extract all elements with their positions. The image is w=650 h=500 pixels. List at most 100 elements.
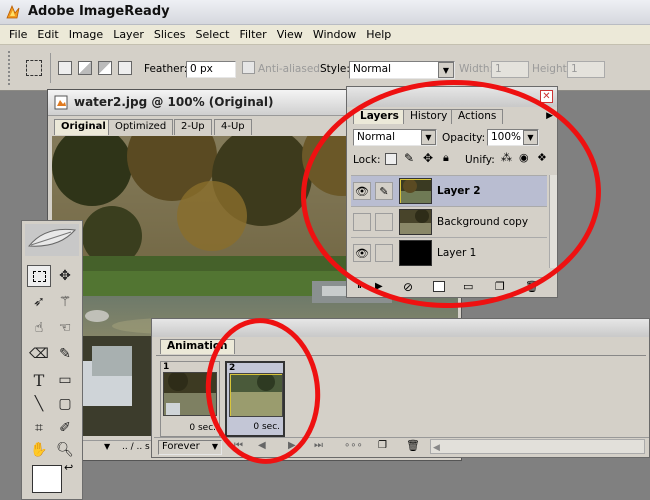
tab-animation[interactable]: Animation [160, 339, 235, 354]
layer-row-layer-2[interactable]: 👁︎ ✎ Layer 2 [351, 175, 547, 206]
menu-view[interactable]: View [272, 26, 308, 44]
link-cell[interactable] [375, 213, 393, 231]
add-mask-icon[interactable] [433, 281, 445, 292]
lock-all-icon[interactable]: 🔒︎ [443, 151, 449, 165]
new-layer-set-icon[interactable]: ▭ [463, 280, 473, 293]
add-to-selection-icon[interactable] [78, 61, 92, 75]
tab-history[interactable]: History [403, 109, 455, 124]
frame-delay[interactable]: 0 sec. [189, 423, 216, 433]
tab-original[interactable]: Original [54, 119, 113, 135]
feather-input[interactable]: 0 px [186, 61, 236, 78]
menu-edit[interactable]: Edit [32, 26, 63, 44]
previous-frame-icon[interactable]: ◀ [258, 440, 266, 451]
first-frame-icon[interactable]: ⏮ [234, 440, 243, 451]
tab-2-up[interactable]: 2-Up [174, 119, 212, 135]
tab-actions[interactable]: Actions [451, 109, 504, 124]
rounded-rectangle-tool-icon[interactable]: ▢ [53, 393, 77, 415]
foreground-color-swatch[interactable] [32, 465, 62, 493]
layers-palette-title-bar[interactable]: ✕ [347, 87, 557, 107]
blend-mode-select[interactable]: Normal ▼ [353, 129, 437, 146]
eyedropper-tool-icon[interactable]: ✐ [53, 417, 77, 439]
link-cell[interactable] [375, 244, 393, 262]
menu-window[interactable]: Window [308, 26, 361, 44]
frames-scrollbar[interactable]: ◀ [430, 439, 645, 454]
move-tool-icon[interactable]: ✥ [53, 265, 77, 287]
menu-filter[interactable]: Filter [234, 26, 271, 44]
opacity-input[interactable]: 100% ▼ [487, 129, 539, 146]
layer-name: Layer 2 [437, 185, 481, 197]
chevron-down-icon[interactable]: ▼ [523, 130, 538, 145]
image-map-tool-icon[interactable]: ☝ [27, 317, 51, 339]
animation-frame-1[interactable]: 1 0 sec. [160, 361, 220, 437]
anti-aliased-checkbox[interactable] [242, 61, 255, 74]
new-selection-icon[interactable] [58, 61, 72, 75]
eye-icon[interactable]: 👁︎ [353, 244, 371, 262]
type-tool-icon[interactable]: T [27, 369, 51, 391]
layer-row-background-copy[interactable]: Background copy [351, 206, 547, 237]
layer-row-layer-1[interactable]: 👁︎ Layer 1 [351, 237, 547, 268]
slice-tool-icon[interactable]: ☜ [53, 317, 77, 339]
subtract-from-selection-icon[interactable] [98, 61, 112, 75]
eraser-tool-icon[interactable]: ⌫ [27, 343, 51, 365]
menu-slices[interactable]: Slices [149, 26, 191, 44]
layer-set-icon[interactable]: ⏸ [357, 281, 362, 292]
options-bar-grip[interactable] [8, 51, 14, 85]
height-input[interactable]: 1 [567, 61, 605, 78]
hand-tool-icon[interactable]: ✋ [27, 439, 51, 461]
duplicate-frame-icon[interactable]: ❐ [378, 440, 387, 451]
layers-scrollbar[interactable] [549, 175, 557, 268]
crop-tool-icon[interactable]: ⌗ [27, 417, 51, 439]
chevron-down-icon[interactable]: ▼ [438, 62, 454, 78]
menu-help[interactable]: Help [361, 26, 396, 44]
loop-select[interactable]: Forever ▼ [158, 440, 222, 455]
close-icon[interactable]: ✕ [540, 90, 553, 103]
menu-file[interactable]: File [4, 26, 32, 44]
swap-colors-icon[interactable]: ↩ [64, 461, 73, 474]
tab-optimized[interactable]: Optimized [108, 119, 174, 135]
feather-logo-icon[interactable] [25, 224, 79, 256]
rectangle-tool-icon[interactable]: ▭ [53, 369, 77, 391]
intersect-selection-icon[interactable] [118, 61, 132, 75]
tween-icon[interactable]: ∘∘∘ [344, 440, 363, 451]
lock-transparency-icon[interactable] [385, 153, 397, 165]
palette-menu-icon[interactable]: ▶ [546, 111, 553, 121]
delete-frame-icon[interactable]: 🗑︎ [406, 439, 420, 452]
unify-visibility-icon[interactable]: ◉ [519, 151, 529, 164]
tab-layers[interactable]: Layers [353, 109, 406, 124]
magic-wand-tool-icon[interactable]: ⚚ [53, 291, 77, 313]
frame-delay[interactable]: 0 sec. [253, 422, 280, 432]
line-tool-icon[interactable]: ╲ [27, 393, 51, 415]
new-layer-icon[interactable]: ❐ [495, 280, 505, 293]
tab-4-up[interactable]: 4-Up [214, 119, 252, 135]
trash-icon[interactable]: 🗑︎ [525, 280, 539, 293]
next-frame-icon[interactable]: ⏭ [314, 440, 323, 451]
marquee-tool-icon[interactable] [27, 265, 51, 287]
status-menu-icon[interactable]: ▼ [104, 442, 116, 454]
menu-image[interactable]: Image [64, 26, 108, 44]
play-icon[interactable]: ▶ [288, 440, 296, 451]
eye-icon[interactable]: 👁︎ [353, 182, 371, 200]
animation-palette-title-bar[interactable] [152, 319, 649, 337]
lock-paint-icon[interactable]: ✎ [404, 151, 414, 165]
marquee-tool-preset-icon[interactable] [26, 60, 42, 76]
zoom-tool-icon[interactable]: 🔍︎ [53, 439, 77, 461]
brush-icon[interactable]: ✎ [375, 182, 393, 200]
lasso-tool-icon[interactable]: ➶ [27, 291, 51, 313]
menu-bar: File Edit Image Layer Slices Select Filt… [0, 25, 650, 45]
lock-move-icon[interactable]: ✥ [423, 151, 433, 165]
loop-value: Forever [162, 441, 200, 452]
width-input[interactable]: 1 [491, 61, 529, 78]
unify-position-icon[interactable]: ⁂ [501, 151, 512, 164]
brush-tool-icon[interactable]: ✎ [53, 343, 77, 365]
style-select[interactable]: Normal ▼ [349, 61, 455, 79]
chevron-down-icon[interactable]: ▼ [421, 130, 436, 145]
scroll-left-icon[interactable]: ◀ [431, 443, 440, 453]
animation-frame-2[interactable]: 2 0 sec. [225, 361, 285, 437]
menu-layer[interactable]: Layer [108, 26, 149, 44]
menu-select[interactable]: Select [191, 26, 235, 44]
eye-hidden-icon[interactable] [353, 213, 371, 231]
unify-style-icon[interactable]: ❖ [537, 151, 547, 164]
layer-effects-icon[interactable]: ⊘ [403, 280, 413, 294]
chevron-down-icon[interactable]: ▼ [212, 442, 218, 451]
animation-controls-icon[interactable]: ▶ [375, 281, 383, 292]
